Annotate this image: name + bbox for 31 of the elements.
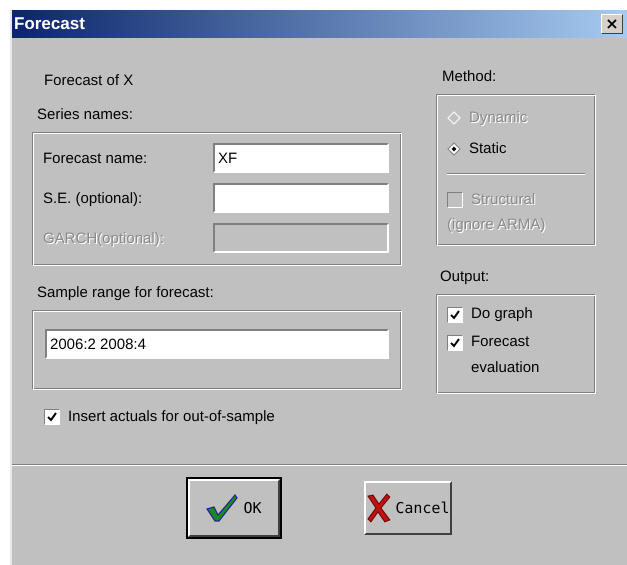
field-label: S.E. (optional): [43,190,142,206]
checkmark-icon [205,493,240,523]
checkmark-icon [450,310,460,320]
text-field[interactable]: XF [213,143,389,173]
cancel-button[interactable]: Cancel [364,481,452,535]
checkbox[interactable] [44,408,60,424]
dialog-subtitle: Forecast of X [44,72,134,89]
close-button[interactable]: × [601,14,623,34]
text-field[interactable] [213,183,389,213]
group-label: Sample range for forecast: [37,284,214,301]
checkbox-note: (ignore ARMA) [447,216,546,233]
radio-label: Dynamic [469,109,528,126]
checkmark-icon [450,338,460,348]
ok-button[interactable]: OK [188,479,280,537]
sample-range-field[interactable]: 2006:2 2008:4 [45,329,389,359]
checkmark-icon [47,412,57,422]
radio-label: Static [469,140,507,157]
checkbox[interactable] [447,307,463,323]
checkbox-label: Do graph [471,304,534,324]
cross-icon [366,493,392,523]
checkbox-label: Forecast evaluation [471,332,540,378]
checkbox-label: Insert actuals for out-of-sample [68,408,275,425]
window-title: Forecast [14,14,85,34]
field-label: GARCH(optional): [43,230,164,246]
group-label: Series names: [37,106,133,123]
group-label: Output: [440,268,490,285]
field-label: Forecast name: [43,150,148,166]
checkbox[interactable] [447,335,463,351]
checkbox-label: Structural [471,191,536,208]
group-label: Method: [442,68,496,85]
radio-button[interactable] [447,142,461,156]
